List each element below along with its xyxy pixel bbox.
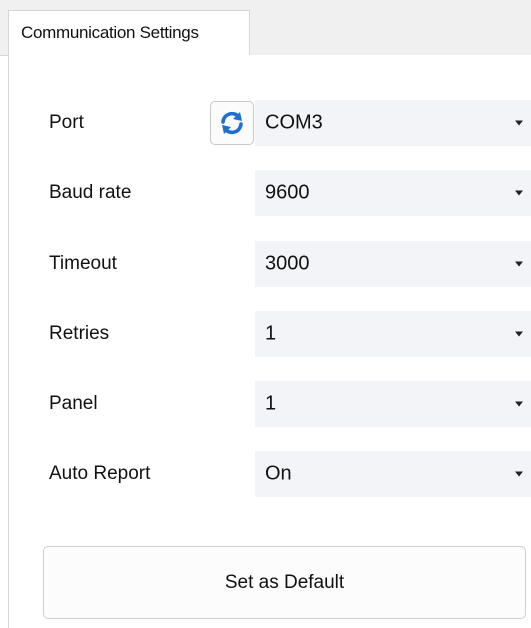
set-as-default-button[interactable]: Set as Default — [43, 546, 526, 619]
chevron-down-icon — [515, 190, 523, 196]
chevron-down-icon — [515, 120, 523, 126]
baud-rate-select[interactable]: 9600 — [255, 170, 531, 216]
timeout-label: Timeout — [49, 253, 117, 274]
timeout-select[interactable]: 3000 — [255, 241, 531, 287]
auto-report-row: Auto Report On — [9, 451, 531, 497]
auto-report-select[interactable]: On — [255, 451, 531, 497]
panel-value: 1 — [265, 392, 277, 415]
timeout-value: 3000 — [265, 252, 310, 275]
port-value: COM3 — [265, 111, 323, 134]
port-select[interactable]: COM3 — [255, 100, 531, 146]
tab-strip: Communication Settings — [0, 0, 531, 56]
communication-settings-panel: Port COM3 Baud rate 9600 Timeout 3000 Re… — [8, 55, 531, 628]
chevron-down-icon — [515, 401, 523, 407]
panel-label: Panel — [49, 393, 98, 414]
baud-rate-row: Baud rate 9600 — [9, 170, 531, 216]
tab-communication-settings[interactable]: Communication Settings — [8, 10, 250, 55]
retries-row: Retries 1 — [9, 311, 531, 357]
panel-select[interactable]: 1 — [255, 381, 531, 427]
timeout-row: Timeout 3000 — [9, 241, 531, 287]
panel-row: Panel 1 — [9, 381, 531, 427]
port-row: Port COM3 — [9, 100, 531, 146]
chevron-down-icon — [515, 471, 523, 477]
retries-select[interactable]: 1 — [255, 311, 531, 357]
baud-rate-value: 9600 — [265, 181, 310, 204]
auto-report-value: On — [265, 462, 292, 485]
refresh-ports-button[interactable] — [210, 101, 254, 145]
tab-label: Communication Settings — [21, 23, 199, 42]
baud-rate-label: Baud rate — [49, 182, 132, 203]
port-label: Port — [49, 112, 84, 133]
chevron-down-icon — [515, 261, 523, 267]
retries-label: Retries — [49, 323, 110, 344]
set-as-default-label: Set as Default — [224, 571, 345, 593]
refresh-icon — [219, 110, 245, 136]
chevron-down-icon — [515, 331, 523, 337]
retries-value: 1 — [265, 322, 277, 345]
auto-report-label: Auto Report — [49, 463, 151, 484]
